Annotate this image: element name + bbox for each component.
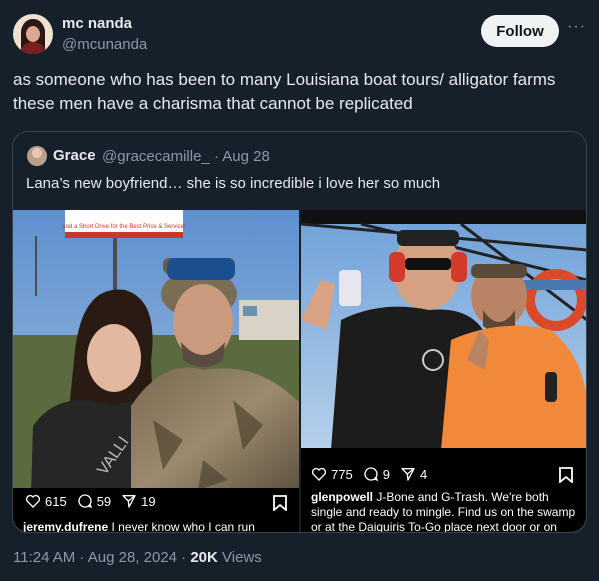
bookmark-icon[interactable]	[559, 467, 573, 483]
follow-button[interactable]: Follow	[481, 15, 559, 47]
left-caption-user: jeremy.dufrene	[23, 520, 109, 532]
views-count: 20K	[190, 549, 218, 566]
sign-text: and a Short Drive for the Best Price & S…	[62, 224, 186, 230]
quoted-text: Lana’s new boyfriend… she is so incredib…	[26, 175, 441, 192]
quoted-author-handle: @gracecamille_	[102, 148, 210, 165]
author-name[interactable]: mc nanda	[62, 15, 132, 32]
quoted-author-avatar	[27, 146, 47, 166]
more-options-icon[interactable]: ···	[567, 18, 586, 36]
share-icon[interactable]	[400, 466, 416, 482]
author-handle[interactable]: @mcunanda	[62, 36, 147, 53]
quoted-tweet[interactable]: Grace @gracecamille_ · Aug 28 Lana’s new…	[12, 131, 587, 533]
left-likes-count: 615	[45, 493, 67, 509]
author-avatar[interactable]	[13, 14, 53, 54]
left-shares-count: 19	[141, 493, 156, 509]
tweet-text: as someone who has been to many Louisian…	[13, 70, 556, 113]
right-likes-count: 775	[331, 466, 353, 482]
bookmark-icon[interactable]	[273, 495, 287, 511]
photo-right-image	[301, 210, 586, 532]
share-icon[interactable]	[121, 493, 137, 509]
right-caption: glenpowell J-Bone and G-Trash. We're bot…	[311, 490, 577, 532]
right-shares-count: 4	[419, 466, 428, 482]
tweet-time: 11:24 AM · Aug 28, 2024 ·	[13, 549, 191, 566]
right-caption-user: glenpowell	[311, 490, 374, 504]
views-label: Views	[217, 549, 262, 566]
left-likes: 615 59 19	[25, 493, 156, 509]
tweet-timestamp[interactable]: 11:24 AM · Aug 28, 2024 · 20K Views	[13, 549, 262, 566]
comment-icon[interactable]	[77, 493, 93, 509]
left-comments-count: 59	[96, 493, 112, 509]
quoted-photo-right[interactable]: 775 9 4 glenpowell J-Bone and G-Trash. W…	[301, 210, 586, 532]
quoted-author-name: Grace	[53, 147, 96, 164]
comment-icon[interactable]	[363, 466, 379, 482]
right-comments-count: 9	[382, 466, 390, 482]
quoted-date: · Aug 28	[213, 148, 270, 165]
heart-icon[interactable]	[25, 493, 41, 509]
quoted-meta: @gracecamille_ · Aug 28	[102, 148, 270, 165]
left-caption-text: I never know who I can run	[111, 520, 255, 532]
left-caption: jeremy.dufrene I never know who I can ru…	[23, 520, 255, 532]
quoted-photo-left[interactable]: and a Short Drive for the Best Price & S…	[13, 210, 299, 532]
heart-icon[interactable]	[311, 466, 327, 482]
photo-left-image: and a Short Drive for the Best Price & S…	[13, 210, 299, 532]
right-likes: 775 9 4	[311, 466, 427, 482]
